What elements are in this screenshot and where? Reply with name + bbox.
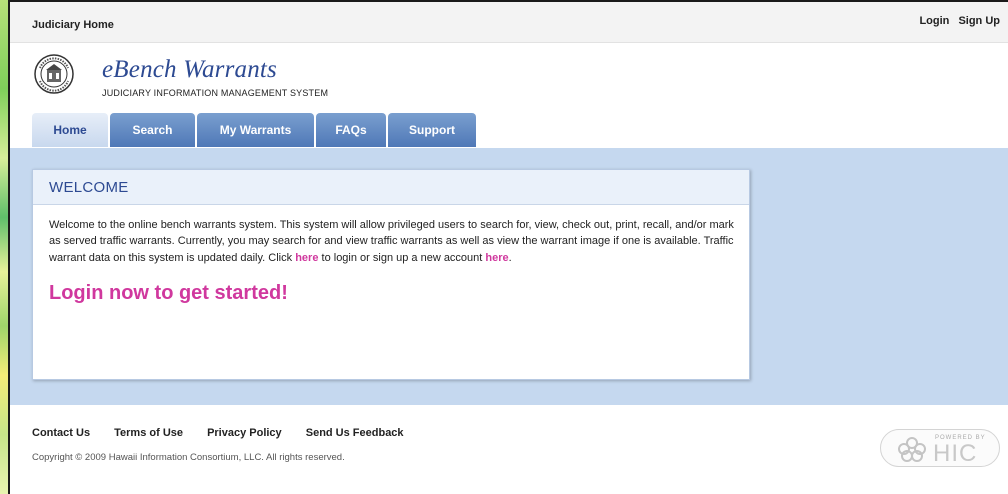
- footer-links: Contact Us Terms of Use Privacy Policy S…: [32, 427, 425, 439]
- site-title: eBench Warrants: [102, 56, 277, 83]
- welcome-text-part-3: .: [508, 251, 512, 264]
- footer-privacy-link[interactable]: Privacy Policy: [207, 427, 282, 439]
- powered-by-hic-badge[interactable]: POWERED BY HIC: [880, 429, 1000, 467]
- login-link[interactable]: Login: [919, 15, 949, 27]
- tab-search[interactable]: Search: [110, 113, 195, 147]
- tab-my-warrants[interactable]: My Warrants: [197, 113, 314, 147]
- hic-flower-icon: [898, 437, 926, 462]
- state-seal-icon: [34, 54, 74, 94]
- welcome-heading: WELCOME: [33, 170, 749, 205]
- footer-terms-link[interactable]: Terms of Use: [114, 427, 183, 439]
- signup-link[interactable]: Sign Up: [958, 15, 1000, 27]
- page-frame: Judiciary Home Login Sign Up eBench Warr…: [8, 0, 1008, 494]
- tab-home[interactable]: Home: [32, 113, 108, 147]
- login-cta-link[interactable]: Login now to get started!: [49, 282, 733, 305]
- login-here-link[interactable]: here: [295, 252, 318, 264]
- tab-faqs[interactable]: FAQs: [316, 113, 386, 147]
- welcome-card: WELCOME Welcome to the online bench warr…: [32, 169, 750, 380]
- main-nav-tabs: Home Search My Warrants FAQs Support: [32, 113, 478, 147]
- content-band: WELCOME Welcome to the online bench warr…: [10, 148, 1008, 405]
- site-header: eBench Warrants JUDICIARY INFORMATION MA…: [10, 43, 1008, 148]
- footer-contact-us-link[interactable]: Contact Us: [32, 427, 90, 439]
- top-bar: Judiciary Home Login Sign Up: [10, 2, 1008, 43]
- welcome-body: Welcome to the online bench warrants sys…: [33, 205, 749, 305]
- signup-here-link[interactable]: here: [485, 252, 508, 264]
- copyright-text: Copyright © 2009 Hawaii Information Cons…: [32, 452, 345, 463]
- site-subtitle: JUDICIARY INFORMATION MANAGEMENT SYSTEM: [102, 88, 329, 98]
- site-footer: Contact Us Terms of Use Privacy Policy S…: [10, 405, 1008, 494]
- welcome-text-part-2: to login or sign up a new account: [321, 251, 483, 264]
- auth-links: Login Sign Up: [913, 15, 1000, 27]
- hic-wordmark: HIC: [933, 440, 978, 467]
- tab-support[interactable]: Support: [388, 113, 476, 147]
- footer-feedback-link[interactable]: Send Us Feedback: [306, 427, 404, 439]
- welcome-text: Welcome to the online bench warrants sys…: [49, 217, 739, 266]
- judiciary-home-link[interactable]: Judiciary Home: [32, 19, 114, 31]
